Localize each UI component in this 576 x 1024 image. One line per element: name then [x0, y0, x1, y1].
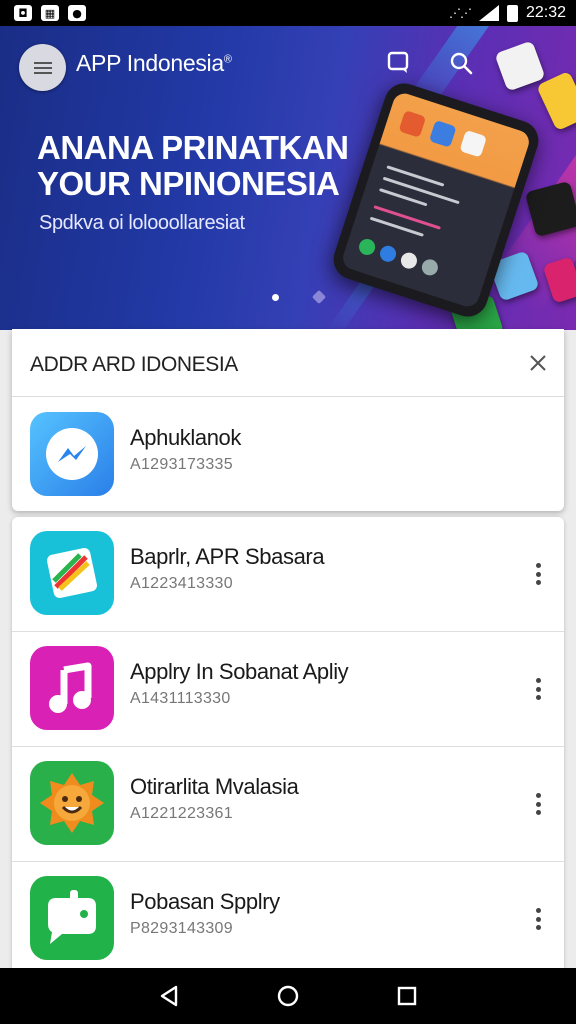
panel-title: ADDR ARD IDONESIA [30, 353, 238, 376]
home-icon[interactable] [273, 981, 303, 1011]
gallery-icon: ▦ [41, 5, 59, 21]
design-icon [30, 531, 114, 615]
phone-app-icon [377, 243, 399, 264]
phone-app-icon [428, 119, 457, 148]
list-item[interactable]: Pobasan Spplry P8293143309 [12, 862, 564, 976]
menu-icon-bar [33, 71, 52, 74]
notification-icon: ◘ [14, 5, 32, 21]
status-right: ⋰⋰ 22:32 [449, 4, 566, 22]
registered-mark: ® [223, 53, 232, 66]
music-note-icon [30, 646, 114, 730]
recents-icon[interactable] [392, 981, 422, 1011]
banner-headline-line1: ANANA PRINATKAN [37, 129, 349, 166]
battery-icon [506, 4, 518, 22]
floating-app-icon [494, 40, 546, 92]
status-time: 22:32 [525, 4, 566, 21]
status-bar: ◘ ▦ ● ⋰⋰ 22:32 [0, 0, 576, 26]
more-dot [535, 580, 541, 585]
app-title-text: APP Indonesia [76, 50, 224, 76]
message-icon: ● [68, 5, 86, 21]
phone-app-icon [459, 129, 488, 158]
banner-headline: ANANA PRINATKAN YOUR NPINONESIA [37, 129, 349, 202]
more-dot [535, 908, 541, 913]
navigation-bar [0, 968, 576, 1024]
banner-headline-line2: YOUR NPINONESIA [37, 165, 340, 202]
app-name: Otirarlita Mvalasia [130, 774, 299, 799]
list-item[interactable]: Otirarlita Mvalasia A1221223361 [12, 747, 564, 861]
app-name: Baprlr, APR Sbasara [130, 544, 325, 569]
phone-text-line [373, 205, 441, 230]
more-dot [535, 793, 541, 798]
wifi-icon: ⋰⋰ [448, 6, 472, 20]
phone-app-icon [398, 110, 427, 138]
more-dot [535, 571, 541, 577]
app-id: P8293143309 [130, 920, 233, 937]
phone-text-line [382, 176, 460, 205]
signal-icon [478, 5, 499, 21]
featured-panel: ADDR ARD IDONESIA Aphuklanok A1293173335 [12, 329, 564, 511]
app-title: APP Indonesia® [76, 50, 232, 77]
floating-app-icon [536, 70, 576, 132]
more-dot [535, 695, 541, 700]
panel-header: ADDR ARD IDONESIA [12, 329, 564, 397]
app-id: A1431113330 [130, 690, 231, 707]
status-left: ◘ ▦ ● [14, 5, 86, 21]
more-dot [535, 925, 541, 930]
list-item[interactable]: Baprlr, APR Sbasara A1223413330 [12, 517, 564, 631]
app-id: A1221223361 [130, 805, 233, 822]
app-name: Aphuklanok [130, 425, 241, 450]
search-icon[interactable] [448, 50, 474, 76]
phone-app-icon [398, 250, 420, 271]
more-dot [535, 678, 541, 683]
carousel-dot-active[interactable] [272, 294, 279, 301]
app-name: Applry In Sobanat Apliy [130, 659, 349, 684]
hero-banner[interactable]: APP Indonesia® ANANA PRINATKAN YOUR NPIN… [0, 26, 576, 330]
close-icon[interactable] [526, 351, 550, 375]
more-options-icon[interactable] [526, 906, 550, 932]
more-options-icon[interactable] [526, 676, 550, 702]
more-dot [535, 686, 541, 692]
more-dot [535, 810, 541, 815]
banner-subtitle: Spdkva oi lolooollaresiat [39, 212, 245, 234]
list-item[interactable]: Applry In Sobanat Apliy A1431113330 [12, 632, 564, 746]
app-name: Pobasan Spplry [130, 889, 280, 914]
menu-icon [33, 61, 52, 64]
more-dot [535, 801, 541, 807]
app-list: Baprlr, APR Sbasara A1223413330 Applry I… [12, 517, 564, 977]
back-icon[interactable] [154, 981, 184, 1011]
screen: ◘ ▦ ● ⋰⋰ 22:32 APP Indonesia® ANANA PRIN… [0, 0, 576, 1024]
more-options-icon[interactable] [526, 561, 550, 587]
more-options-icon[interactable] [526, 791, 550, 817]
chat-bot-icon [30, 876, 114, 960]
more-dot [535, 916, 541, 922]
featured-app-item[interactable]: Aphuklanok A1293173335 [12, 398, 564, 512]
phone-app-icon [419, 257, 440, 278]
carousel-dot[interactable] [311, 289, 327, 305]
phone-app-icon [357, 236, 378, 258]
sun-face-icon [30, 761, 114, 845]
more-dot [535, 563, 541, 568]
chat-icon[interactable] [386, 50, 412, 76]
app-id: A1293173335 [130, 456, 233, 473]
menu-button[interactable] [19, 44, 66, 91]
menu-icon-bar [33, 66, 52, 69]
messenger-icon [30, 412, 114, 496]
app-id: A1223413330 [130, 575, 233, 592]
